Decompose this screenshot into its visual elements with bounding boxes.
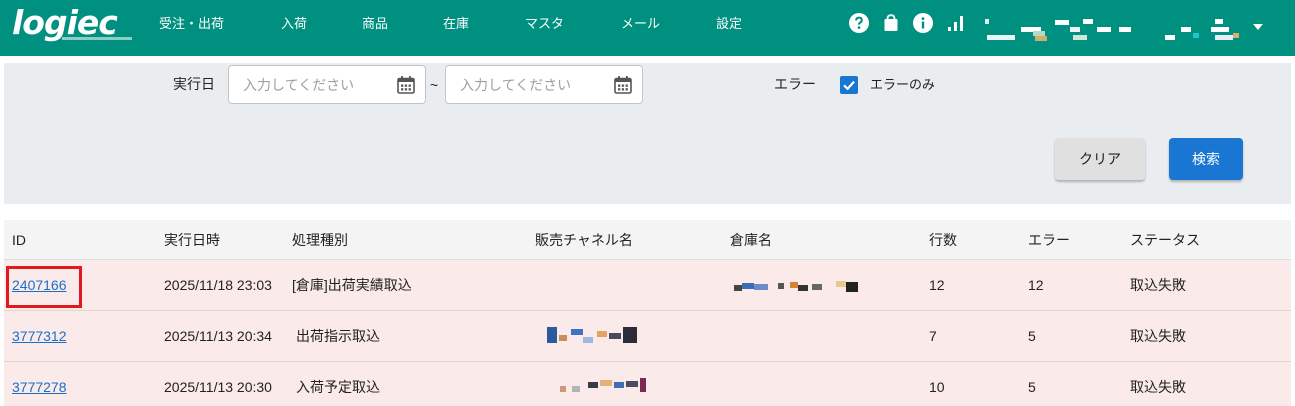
date-to-input[interactable] — [460, 76, 608, 94]
nav-products[interactable]: 商品 — [362, 16, 388, 32]
row-status: 取込失敗 — [1130, 277, 1186, 293]
nav-receiving[interactable]: 入荷 — [281, 16, 307, 32]
column-header-type: 処理種別 — [292, 232, 348, 248]
column-header-warehouse: 倉庫名 — [730, 232, 772, 248]
sales-channel-redacted — [547, 325, 647, 347]
nav-master[interactable]: マスタ — [525, 16, 564, 32]
calendar-icon[interactable] — [613, 75, 633, 95]
row-datetime: 2025/11/18 23:03 — [164, 277, 272, 293]
row-datetime: 2025/11/13 20:30 — [164, 379, 272, 395]
column-header-datetime: 実行日時 — [164, 232, 220, 248]
row-lines: 10 — [929, 379, 945, 395]
table-row[interactable]: 2407166 2025/11/18 23:03 [倉庫]出荷実績取込 12 1… — [4, 260, 1291, 311]
column-header-status: ステータス — [1130, 232, 1200, 248]
warehouse-name-redacted — [732, 280, 862, 294]
nav-inventory[interactable]: 在庫 — [443, 16, 469, 32]
table-row[interactable]: 3777278 2025/11/13 20:30 入荷予定取込 10 5 取込失… — [4, 362, 1291, 406]
column-header-id: ID — [12, 232, 26, 248]
row-type: [倉庫]出荷実績取込 — [292, 277, 412, 293]
clear-button[interactable]: クリア — [1055, 138, 1145, 180]
chevron-down-icon[interactable] — [1253, 23, 1263, 31]
column-header-lines: 行数 — [929, 232, 957, 248]
search-panel: 実行日 ~ エラー エラーのみ クリア 検索 — [4, 63, 1291, 204]
error-only-checkbox[interactable] — [840, 76, 858, 94]
row-status: 取込失敗 — [1130, 328, 1186, 344]
top-nav-bar: logiec 受注・出荷 入荷 商品 在庫 マスタ メール 設定 — [0, 0, 1295, 56]
search-button[interactable]: 検索 — [1169, 138, 1243, 180]
sales-channel-redacted — [560, 378, 650, 398]
account-name-redacted[interactable] — [985, 17, 1290, 43]
row-type: 入荷予定取込 — [296, 379, 380, 395]
date-to-field[interactable] — [445, 65, 643, 104]
column-header-errors: エラー — [1028, 232, 1070, 248]
execution-date-label: 実行日 — [173, 76, 215, 92]
date-range-separator: ~ — [430, 77, 439, 93]
info-icon[interactable] — [913, 13, 933, 33]
table-header: ID 実行日時 処理種別 販売チャネル名 倉庫名 行数 エラー ステータス — [4, 220, 1291, 260]
signal-icon[interactable] — [946, 13, 966, 33]
nav-orders-shipping[interactable]: 受注・出荷 — [159, 16, 224, 32]
table-row[interactable]: 3777312 2025/11/13 20:34 出荷指示取込 7 5 取込失敗 — [4, 311, 1291, 362]
nav-settings[interactable]: 設定 — [716, 16, 742, 32]
row-id-link[interactable]: 3777312 — [12, 328, 67, 344]
calendar-icon[interactable] — [396, 75, 416, 95]
row-errors: 5 — [1028, 379, 1036, 395]
row-lines: 7 — [929, 328, 937, 344]
error-filter-label: エラー — [774, 76, 816, 92]
row-errors: 5 — [1028, 328, 1036, 344]
help-icon[interactable] — [849, 13, 869, 33]
bag-icon[interactable] — [881, 13, 901, 33]
row-status: 取込失敗 — [1130, 379, 1186, 395]
highlight-box — [6, 266, 82, 308]
logiec-logo[interactable]: logiec — [12, 6, 132, 46]
date-from-input[interactable] — [243, 76, 391, 94]
row-datetime: 2025/11/13 20:34 — [164, 328, 272, 344]
row-id-link[interactable]: 3777278 — [12, 379, 67, 395]
row-lines: 12 — [929, 277, 945, 293]
row-type: 出荷指示取込 — [296, 328, 380, 344]
error-only-label[interactable]: エラーのみ — [870, 76, 935, 94]
column-header-channel: 販売チャネル名 — [535, 232, 633, 248]
check-icon — [843, 80, 855, 91]
date-from-field[interactable] — [228, 65, 426, 104]
row-errors: 12 — [1028, 277, 1044, 293]
results-table: ID 実行日時 処理種別 販売チャネル名 倉庫名 行数 エラー ステータス 24… — [4, 220, 1291, 406]
nav-mail[interactable]: メール — [621, 16, 660, 32]
